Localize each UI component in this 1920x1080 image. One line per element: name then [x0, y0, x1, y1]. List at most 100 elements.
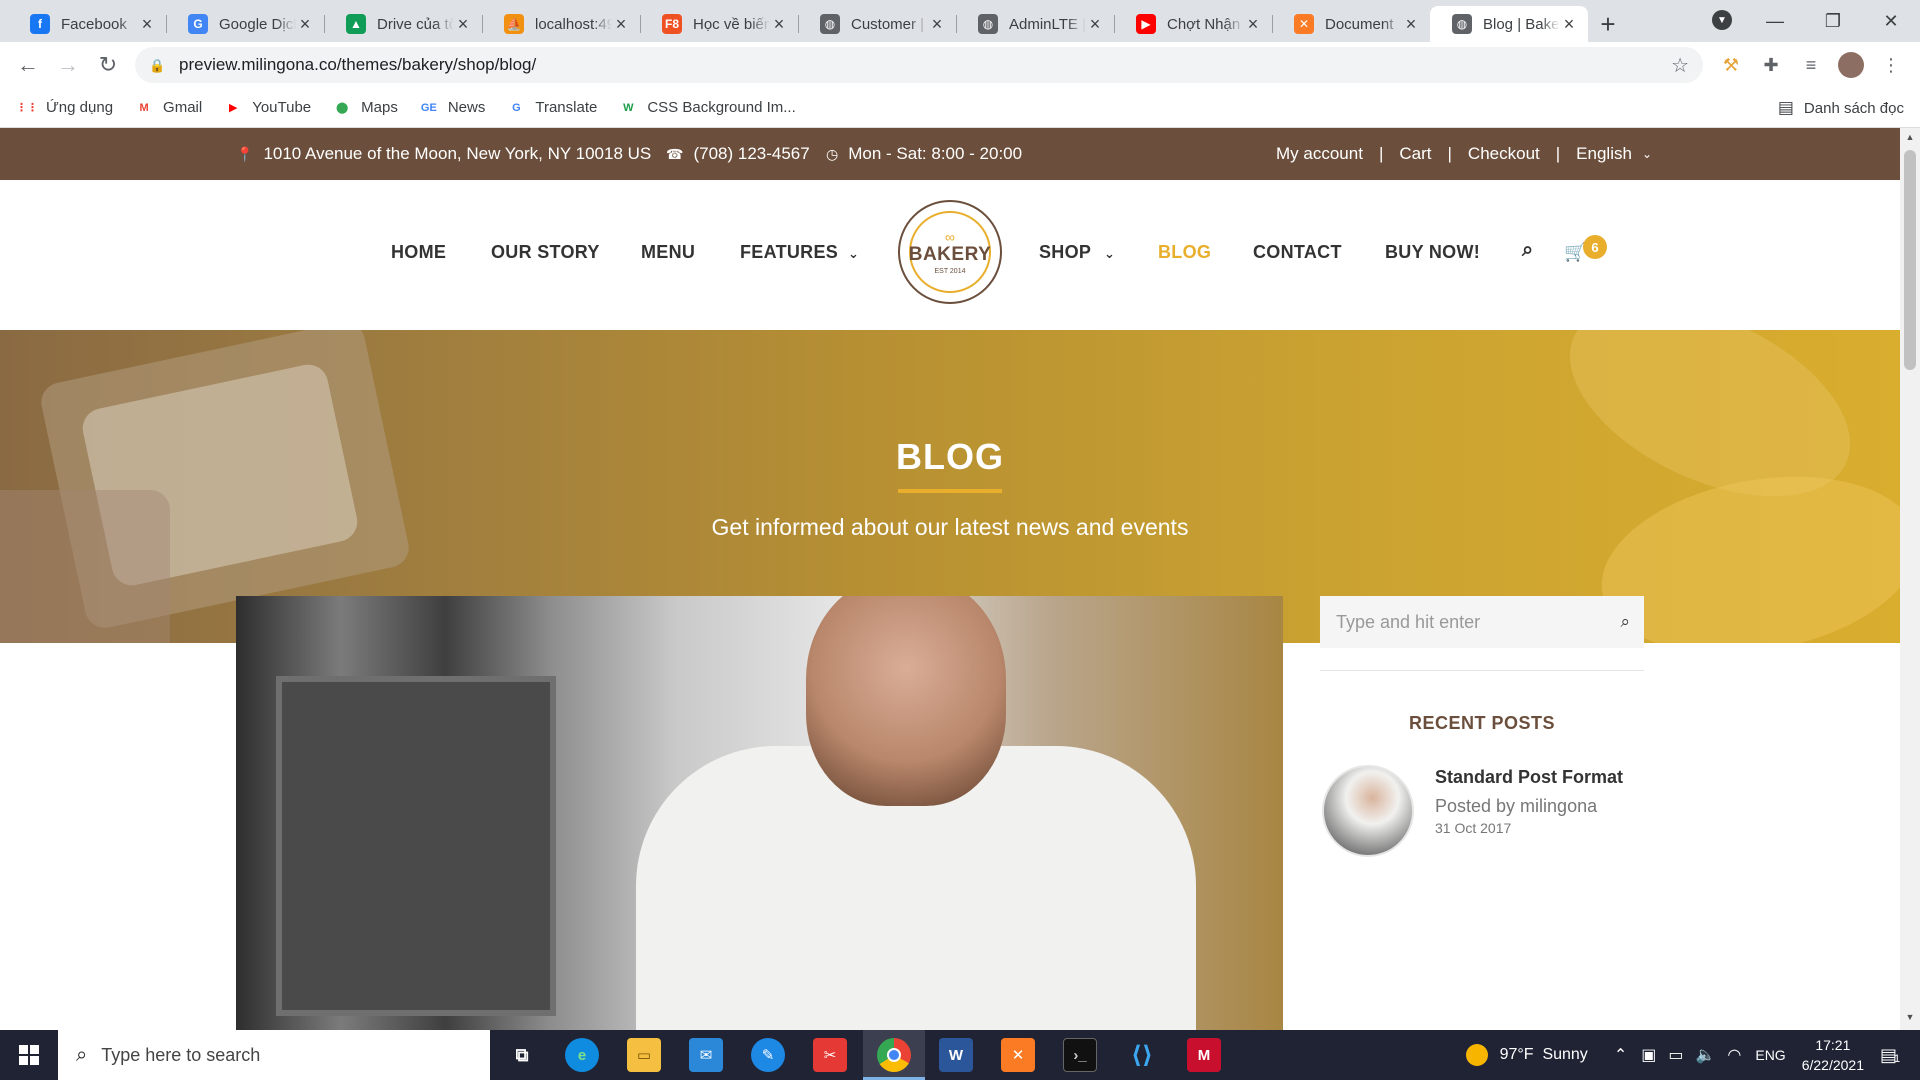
language-select[interactable]: English — [1576, 144, 1632, 164]
browser-tab[interactable]: ⛵ localhost:49 × — [482, 6, 640, 42]
nav-contact[interactable]: CONTACT — [1253, 242, 1342, 263]
sidebar-search[interactable]: Type and hit enter ⌕ — [1320, 596, 1644, 648]
bookmark-item[interactable]: ⋮⋮ Ứng dụng — [16, 99, 113, 117]
mail-icon[interactable]: ✉ — [689, 1038, 723, 1072]
media-control-icon[interactable]: ≡ — [1796, 50, 1826, 80]
cart-link[interactable]: Cart — [1399, 144, 1431, 164]
pretzel-icon: ∞ — [945, 228, 955, 245]
chrome-icon[interactable] — [877, 1038, 911, 1072]
nav-shop[interactable]: SHOP — [1039, 242, 1091, 263]
sun-weather-icon — [1465, 1044, 1488, 1066]
feather-app-icon[interactable]: ✎ — [751, 1038, 785, 1072]
nav-our-story[interactable]: OUR STORY — [491, 242, 600, 263]
nav-buy-now[interactable]: BUY NOW! — [1385, 242, 1480, 263]
battery-icon[interactable]: ▭ — [1668, 1045, 1683, 1065]
windows-start-icon[interactable] — [0, 1030, 58, 1080]
vscode-icon[interactable]: ⟨⟩ — [1125, 1038, 1159, 1072]
input-language[interactable]: ENG — [1755, 1047, 1785, 1063]
minimize-icon[interactable]: — — [1746, 0, 1804, 42]
windows-taskbar: ⌕ Type here to search ⧉ e ▭ ✉ ✎ ✂ W ✕ ›_… — [0, 1030, 1920, 1080]
bookmark-item[interactable]: GE News — [420, 99, 485, 117]
back-icon[interactable]: ← — [8, 45, 48, 85]
close-tab-icon[interactable]: × — [1560, 14, 1578, 35]
browser-toolbar: ← → ↻ 🔒 preview.milingona.co/themes/bake… — [0, 42, 1920, 88]
file-explorer-icon[interactable]: ▭ — [627, 1038, 661, 1072]
bookmark-item[interactable]: W CSS Background Im... — [619, 99, 796, 117]
browser-tab[interactable]: ▲ Drive của tôi × — [324, 6, 482, 42]
google-news-icon: GE — [420, 101, 437, 114]
browser-tab[interactable]: f Facebook × — [8, 6, 166, 42]
close-tab-icon[interactable]: × — [296, 14, 314, 35]
browser-tab[interactable]: F8 Học về biến × — [640, 6, 798, 42]
taskbar-search[interactable]: ⌕ Type here to search — [58, 1030, 490, 1080]
new-tab-icon[interactable]: + — [1588, 6, 1628, 42]
browser-tab[interactable]: ✕ Document × — [1272, 6, 1430, 42]
restore-icon[interactable]: ❐ — [1804, 0, 1862, 42]
edge-icon[interactable]: e — [565, 1038, 599, 1072]
nav-features[interactable]: FEATURES — [740, 242, 838, 263]
forward-icon[interactable]: → — [48, 45, 88, 85]
nav-blog[interactable]: BLOG — [1158, 242, 1211, 263]
address-bar[interactable]: 🔒 preview.milingona.co/themes/bakery/sho… — [135, 47, 1703, 83]
phone-info: ☎ (708) 123-4567 — [666, 144, 810, 164]
close-tab-icon[interactable]: × — [454, 14, 472, 35]
tab-title: Google Dịch — [219, 15, 296, 33]
reading-list-button[interactable]: ▤ Danh sách đọc — [1778, 88, 1904, 128]
search-icon[interactable]: ⌕ — [1620, 612, 1630, 632]
notification-center-icon[interactable]: ▤ 1 — [1880, 1045, 1920, 1066]
recent-post-title[interactable]: Standard Post Format — [1435, 767, 1623, 788]
checkout-link[interactable]: Checkout — [1468, 144, 1540, 164]
bookmark-item[interactable]: G Translate — [507, 99, 597, 117]
close-tab-icon[interactable]: × — [1244, 14, 1262, 35]
browser-tab[interactable]: ◍ Blog | Bake × — [1430, 6, 1588, 42]
page-scrollbar[interactable]: ▲ ▼ — [1900, 128, 1920, 1030]
bookmark-item[interactable]: ⬤ Maps — [333, 99, 398, 117]
terminal-icon[interactable]: ›_ — [1063, 1038, 1097, 1072]
extensions-puzzle-icon[interactable]: ✚ — [1756, 50, 1786, 80]
scroll-up-icon[interactable]: ▲ — [1900, 132, 1920, 148]
browser-tab[interactable]: ▶ Chợt Nhận × — [1114, 6, 1272, 42]
reload-icon[interactable]: ↻ — [88, 45, 128, 85]
bookmark-item[interactable]: M Gmail — [135, 99, 202, 117]
my-account-link[interactable]: My account — [1276, 144, 1363, 164]
volume-icon[interactable]: 🔈 — [1695, 1045, 1715, 1065]
lock-icon[interactable]: 🔒 — [149, 58, 165, 73]
close-tab-icon[interactable]: × — [1086, 14, 1104, 35]
tab-title: Document — [1325, 15, 1394, 33]
hours-text: Mon - Sat: 8:00 - 20:00 — [848, 144, 1023, 163]
wifi-icon[interactable]: ◠ — [1727, 1045, 1741, 1065]
browser-tab[interactable]: ◍ AdminLTE | × — [956, 6, 1114, 42]
sidebar-search-input[interactable]: Type and hit enter — [1336, 612, 1480, 633]
scroll-down-icon[interactable]: ▼ — [1900, 1012, 1920, 1028]
xampp-icon[interactable]: ✕ — [1001, 1038, 1035, 1072]
bakery-logo[interactable]: ∞ BAKERY EST 2014 — [898, 200, 1002, 304]
weather-text[interactable]: 97°F Sunny — [1500, 1046, 1588, 1064]
featured-post-image[interactable] — [236, 596, 1283, 1030]
close-tab-icon[interactable]: × — [928, 14, 946, 35]
snipping-app-icon[interactable]: ✂ — [813, 1038, 847, 1072]
nav-home[interactable]: HOME — [391, 242, 446, 263]
tab-search-icon[interactable]: ▼ — [1712, 10, 1732, 30]
close-tab-icon[interactable]: × — [770, 14, 788, 35]
task-view-icon[interactable]: ⧉ — [505, 1038, 539, 1072]
close-tab-icon[interactable]: × — [138, 14, 156, 35]
extension-hammer-icon[interactable]: ⚒ — [1716, 50, 1746, 80]
chrome-menu-icon[interactable]: ⋮ — [1876, 50, 1906, 80]
profile-avatar[interactable] — [1836, 50, 1866, 80]
scrollbar-thumb[interactable] — [1904, 150, 1916, 370]
nav-menu[interactable]: MENU — [641, 242, 695, 263]
bookmark-item[interactable]: ▶ YouTube — [224, 99, 311, 117]
search-icon[interactable]: ⌕ — [1522, 239, 1534, 262]
browser-tab[interactable]: ◍ Customer | × — [798, 6, 956, 42]
clock[interactable]: 17:21 6/22/2021 — [1802, 1035, 1864, 1075]
meet-now-icon[interactable]: ▣ — [1641, 1045, 1656, 1065]
bookmark-star-icon[interactable]: ☆ — [1671, 53, 1689, 78]
recent-post-thumbnail[interactable] — [1322, 765, 1414, 857]
close-tab-icon[interactable]: × — [1402, 14, 1420, 35]
browser-tab[interactable]: G Google Dịch × — [166, 6, 324, 42]
close-tab-icon[interactable]: × — [612, 14, 630, 35]
mcafee-icon[interactable]: M — [1187, 1038, 1221, 1072]
close-window-icon[interactable]: ✕ — [1862, 0, 1920, 42]
chevron-up-icon[interactable]: ⌃ — [1614, 1045, 1627, 1065]
word-icon[interactable]: W — [939, 1038, 973, 1072]
